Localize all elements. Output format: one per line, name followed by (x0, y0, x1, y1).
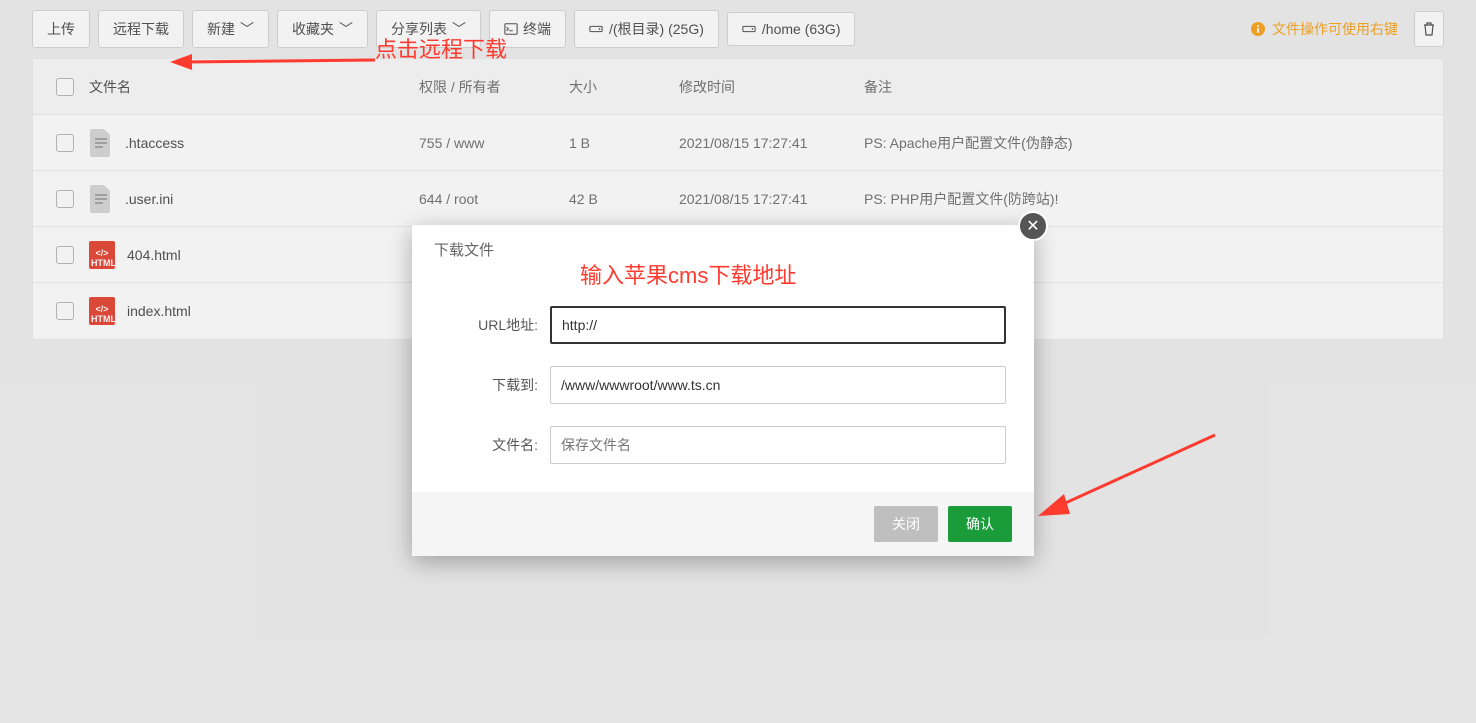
share-list-label: 分享列表 (391, 19, 447, 39)
table-row[interactable]: .htaccess 755 / www 1 B 2021/08/15 17:27… (33, 115, 1443, 171)
header-size: 大小 (569, 77, 679, 97)
cancel-button[interactable]: 关闭 (874, 506, 938, 542)
file-date: 2021/08/15 17:27:41 (679, 135, 864, 151)
html-icon: </>HTML (89, 241, 115, 269)
file-size: 1 B (569, 135, 679, 151)
file-icon (89, 129, 113, 157)
terminal-button[interactable]: 终端 (489, 10, 566, 48)
path-input[interactable] (550, 366, 1006, 404)
path-label: 下载到: (440, 375, 550, 395)
file-note: PS: PHP用户配置文件(防跨站)! (864, 189, 1435, 209)
upload-label: 上传 (47, 19, 75, 39)
file-perm: 644 / root (419, 191, 569, 207)
favorite-button[interactable]: 收藏夹﹀ (277, 10, 368, 48)
header-name: 文件名 (89, 77, 419, 97)
file-size: 42 B (569, 191, 679, 207)
confirm-button[interactable]: 确认 (948, 506, 1012, 542)
terminal-label: 终端 (523, 19, 551, 39)
filename-label: 文件名: (440, 435, 550, 455)
modal-footer: 关闭 确认 (412, 492, 1034, 556)
disk-icon (742, 22, 756, 36)
table-header: 文件名 权限 / 所有者 大小 修改时间 备注 (33, 59, 1443, 115)
disk-icon (589, 22, 603, 36)
close-icon: ✕ (1026, 216, 1039, 236)
filename-input[interactable] (550, 426, 1006, 464)
root-disk-button[interactable]: /(根目录) (25G) (574, 10, 719, 48)
confirm-label: 确认 (966, 516, 994, 532)
html-icon: </>HTML (89, 297, 115, 325)
table-row[interactable]: .user.ini 644 / root 42 B 2021/08/15 17:… (33, 171, 1443, 227)
root-disk-label: /(根目录) (25G) (609, 19, 704, 39)
new-button[interactable]: 新建﹀ (192, 10, 269, 48)
modal-body: URL地址: 下载到: 文件名: (412, 274, 1034, 492)
file-date: 2021/08/15 17:27:41 (679, 191, 864, 207)
toolbar-tip-label: 文件操作可使用右键 (1272, 19, 1398, 39)
row-checkbox[interactable] (56, 190, 74, 208)
url-label: URL地址: (440, 315, 550, 335)
share-list-button[interactable]: 分享列表﹀ (376, 10, 481, 48)
row-checkbox[interactable] (56, 302, 74, 320)
file-perm: 755 / www (419, 135, 569, 151)
chevron-down-icon: ﹀ (339, 19, 353, 39)
file-name: 404.html (127, 247, 181, 263)
select-all-checkbox[interactable] (56, 78, 74, 96)
home-disk-button[interactable]: /home (63G) (727, 12, 856, 46)
row-checkbox[interactable] (56, 246, 74, 264)
header-perm: 权限 / 所有者 (419, 77, 569, 97)
arrow-icon (1030, 430, 1220, 530)
download-modal: ✕ 下载文件 URL地址: 下载到: 文件名: 关闭 确认 (412, 225, 1034, 556)
chevron-down-icon: ﹀ (452, 19, 466, 39)
url-input[interactable] (550, 306, 1006, 344)
chevron-down-icon: ﹀ (240, 19, 254, 39)
file-note: PS: Apache用户配置文件(伪静态) (864, 133, 1435, 153)
toolbar-tip: 文件操作可使用右键 (1250, 19, 1398, 39)
file-name: .htaccess (125, 135, 184, 151)
trash-icon (1421, 21, 1437, 37)
close-button[interactable]: ✕ (1018, 211, 1048, 241)
favorite-label: 收藏夹 (292, 19, 334, 39)
upload-button[interactable]: 上传 (32, 10, 90, 48)
terminal-icon (504, 22, 518, 36)
remote-download-label: 远程下载 (113, 19, 169, 39)
header-date: 修改时间 (679, 77, 864, 97)
page-root: 上传 远程下载 新建﹀ 收藏夹﹀ 分享列表﹀ 终端 /(根目录) (25G) /… (0, 0, 1476, 723)
remote-download-button[interactable]: 远程下载 (98, 10, 184, 48)
header-check (41, 78, 89, 96)
row-checkbox[interactable] (56, 134, 74, 152)
file-name: .user.ini (125, 191, 173, 207)
header-note: 备注 (864, 77, 1435, 97)
modal-title: 下载文件 (412, 225, 1034, 274)
file-icon (89, 185, 113, 213)
new-label: 新建 (207, 19, 235, 39)
file-name: index.html (127, 303, 191, 319)
trash-button[interactable] (1414, 11, 1444, 47)
info-icon (1250, 21, 1266, 37)
home-disk-label: /home (63G) (762, 21, 841, 37)
toolbar: 上传 远程下载 新建﹀ 收藏夹﹀ 分享列表﹀ 终端 /(根目录) (25G) /… (0, 0, 1476, 58)
cancel-label: 关闭 (892, 516, 920, 532)
